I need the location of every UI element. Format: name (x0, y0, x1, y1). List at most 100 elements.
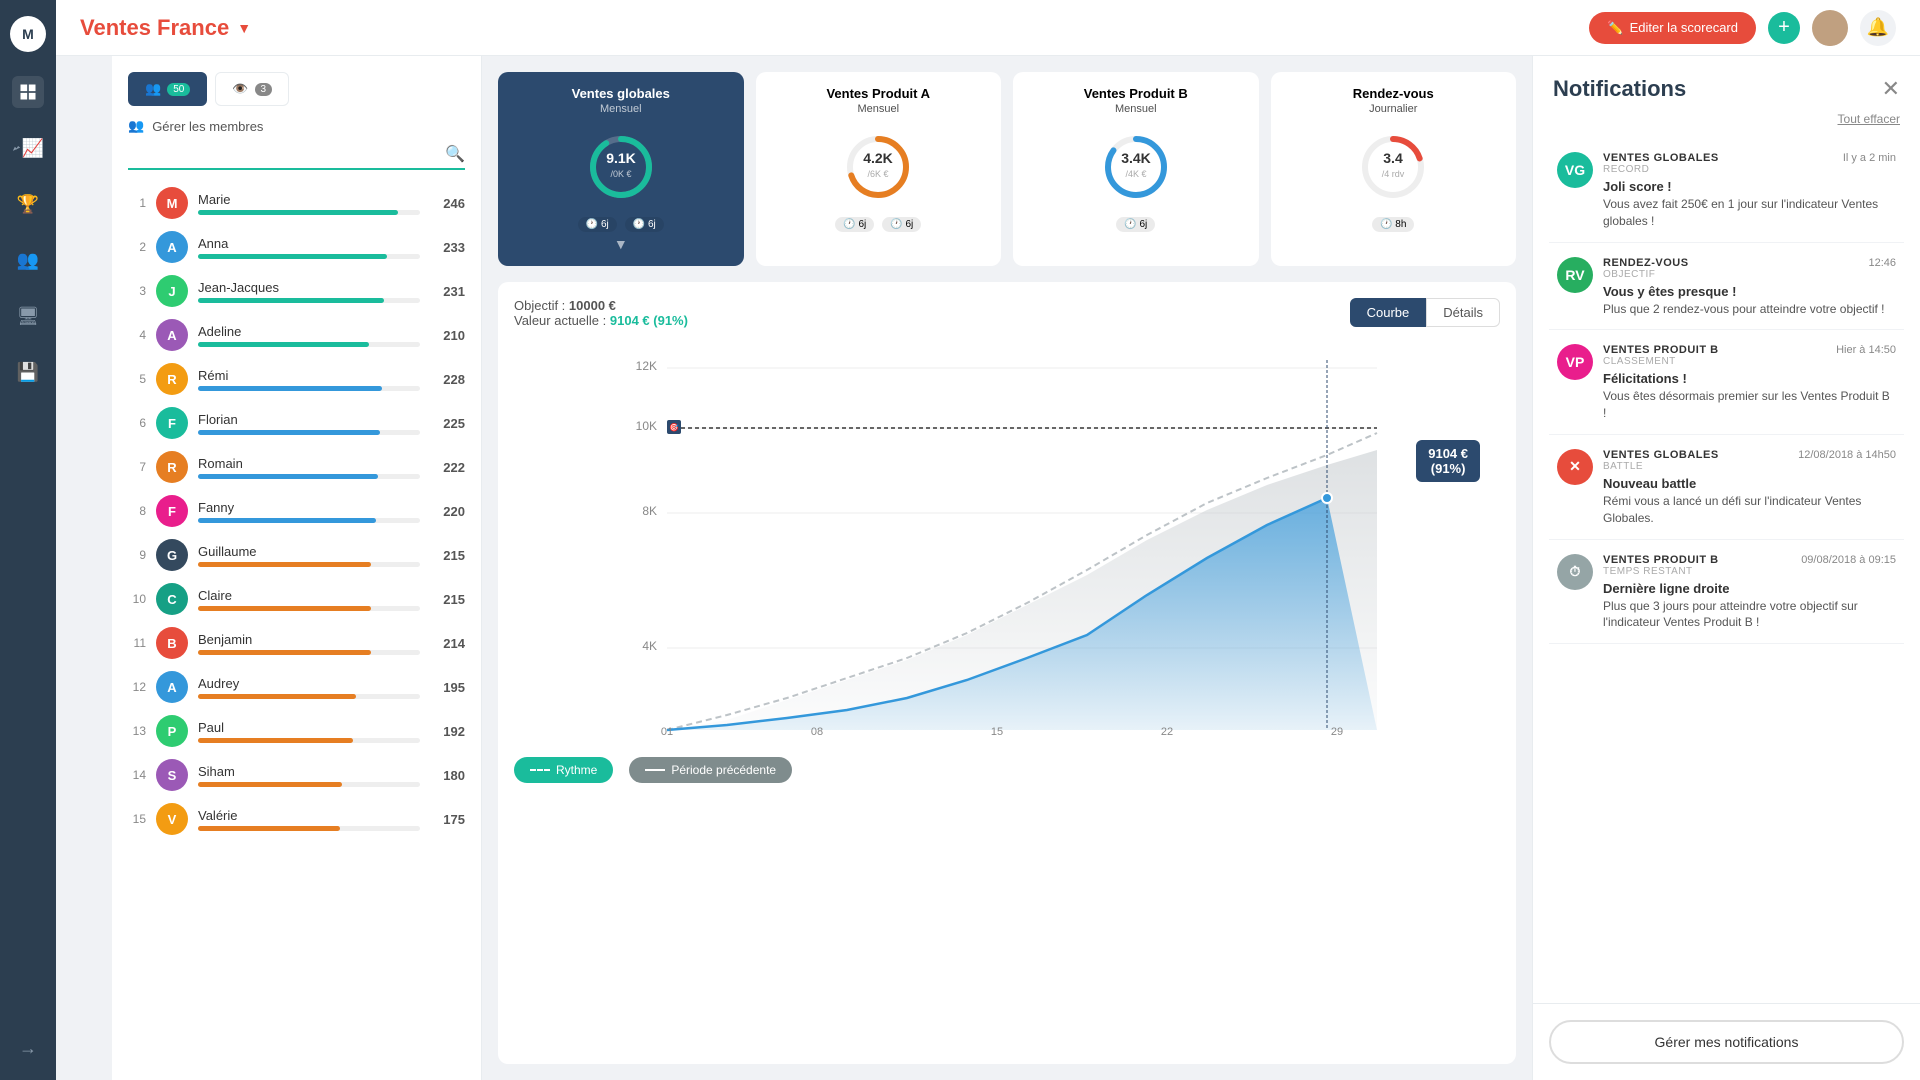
sidebar-item-screen[interactable]: 🖥 (12, 300, 44, 332)
edit-scorecard-button[interactable]: ✏️ Editer la scorecard (1589, 12, 1756, 44)
notif-item[interactable]: VP VENTES PRODUIT B Hier à 14:50 CLASSEM… (1549, 332, 1904, 435)
sidebar-item-team[interactable]: 👥 (12, 244, 44, 276)
list-item[interactable]: 5 R Rémi 228 (128, 358, 465, 400)
avatar: A (156, 231, 188, 263)
notifications-bell-button[interactable]: 🔔 (1860, 10, 1896, 46)
notif-category: VENTES PRODUIT B (1603, 344, 1719, 356)
notif-item[interactable]: RV RENDEZ-VOUS 12:46 OBJECTIF Vous y ête… (1549, 245, 1904, 331)
svg-text:22: 22 (1161, 726, 1173, 738)
scorecard[interactable]: Ventes Produit B Mensuel 3.4K /4K € 🕐 6j (1013, 72, 1259, 266)
tab-teams[interactable]: 👁️ 3 (215, 72, 289, 106)
rythme-dash-icon (530, 769, 550, 771)
scorecard-period: Mensuel (1115, 103, 1157, 115)
scorecard[interactable]: Rendez-vous Journalier 3.4 /4 rdv 🕐 8h (1271, 72, 1517, 266)
scorecard-footer: 🕐 6j (1116, 217, 1155, 232)
scorecard-period: Journalier (1369, 103, 1417, 115)
list-item[interactable]: 4 A Adeline 210 (128, 314, 465, 356)
list-item[interactable]: 2 A Anna 233 (128, 226, 465, 268)
search-icon[interactable]: 🔍 (445, 144, 465, 164)
avatar: C (156, 583, 188, 615)
topbar-actions: ✏️ Editer la scorecard + 🔔 (1589, 10, 1896, 46)
notif-top: RV RENDEZ-VOUS 12:46 OBJECTIF Vous y ête… (1557, 257, 1896, 318)
avatar: P (156, 715, 188, 747)
notif-content: VENTES PRODUIT B Hier à 14:50 CLASSEMENT… (1603, 344, 1896, 422)
scorecard-title[interactable]: Ventes France ▼ (80, 15, 251, 41)
left-panel: 👥 50 👁️ 3 👥 Gérer les membres 🔍 1 M Mari… (112, 56, 482, 1080)
list-item[interactable]: 10 C Claire 215 (128, 578, 465, 620)
notif-item[interactable]: ✕ VENTES GLOBALES 12/08/2018 à 14h50 BAT… (1549, 437, 1904, 540)
lb-info: Audrey (198, 676, 420, 699)
chevron-down-icon: ▼ (237, 20, 251, 36)
clear-all-link[interactable]: Tout effacer (1838, 112, 1900, 126)
notif-content: VENTES GLOBALES 12/08/2018 à 14h50 BATTL… (1603, 449, 1896, 527)
scorecard-title: Rendez-vous (1353, 86, 1434, 101)
notif-item[interactable]: VG VENTES GLOBALES Il y a 2 min RECORD J… (1549, 140, 1904, 243)
lb-name: Marie (198, 192, 420, 207)
lb-bar-bg (198, 518, 420, 523)
lb-bar-bg (198, 298, 420, 303)
scorecards-row: Ventes globales Mensuel 9.1K /0K € 🕐 6j🕐… (498, 72, 1516, 266)
notif-category: VENTES GLOBALES (1603, 449, 1719, 461)
notif-desc: Plus que 3 jours pour atteindre votre ob… (1603, 598, 1896, 632)
avatar: R (156, 363, 188, 395)
list-item[interactable]: 14 S Siham 180 (128, 754, 465, 796)
lb-score: 246 (430, 196, 465, 211)
members-badge: 50 (167, 83, 190, 96)
sidebar-item-data[interactable]: 💾 (12, 356, 44, 388)
list-item[interactable]: 15 V Valérie 175 (128, 798, 465, 840)
list-item[interactable]: 8 F Fanny 220 (128, 490, 465, 532)
sidebar-item-analytics[interactable]: 📈 (12, 132, 44, 164)
gauge-svg: 3.4 /4 rdv (1353, 127, 1433, 207)
svg-text:/0K €: /0K € (610, 169, 631, 179)
sidebar-item-logout[interactable]: → (12, 1032, 44, 1064)
avatar: G (156, 539, 188, 571)
list-item[interactable]: 12 A Audrey 195 (128, 666, 465, 708)
list-item[interactable]: 9 G Guillaume 215 (128, 534, 465, 576)
lb-score: 228 (430, 372, 465, 387)
avatar: F (156, 407, 188, 439)
lb-bar-bg (198, 606, 420, 611)
lb-info: Jean-Jacques (198, 280, 420, 303)
notif-close-button[interactable]: ✕ (1882, 76, 1900, 102)
list-item[interactable]: 11 B Benjamin 214 (128, 622, 465, 664)
list-item[interactable]: 1 M Marie 246 (128, 182, 465, 224)
legend-periode[interactable]: Période précédente (629, 757, 792, 783)
lb-info: Anna (198, 236, 420, 259)
list-item[interactable]: 6 F Florian 225 (128, 402, 465, 444)
lb-score: 215 (430, 592, 465, 607)
legend-rythme[interactable]: Rythme (514, 757, 613, 783)
tab-details[interactable]: Détails (1426, 298, 1500, 327)
lb-bar-bg (198, 430, 420, 435)
scorecard[interactable]: Ventes Produit A Mensuel 4.2K /6K € 🕐 6j… (756, 72, 1002, 266)
user-avatar[interactable] (1812, 10, 1848, 46)
scorecard-period: Mensuel (857, 103, 899, 115)
manage-members-btn[interactable]: 👥 Gérer les membres (128, 118, 465, 134)
lb-score: 180 (430, 768, 465, 783)
lb-bar-bg (198, 342, 420, 347)
list-item[interactable]: 7 R Romain 222 (128, 446, 465, 488)
search-input[interactable] (128, 147, 445, 162)
sidebar-item-dashboard[interactable] (12, 76, 44, 108)
chevron-down-icon: ▼ (614, 236, 628, 252)
scorecard[interactable]: Ventes globales Mensuel 9.1K /0K € 🕐 6j🕐… (498, 72, 744, 266)
manage-notifications-button[interactable]: Gérer mes notifications (1549, 1020, 1904, 1064)
notif-icon: VP (1557, 344, 1593, 380)
list-item[interactable]: 13 P Paul 192 (128, 710, 465, 752)
notif-content: VENTES GLOBALES Il y a 2 min RECORD Joli… (1603, 152, 1896, 230)
notif-item[interactable]: ⏱ VENTES PRODUIT B 09/08/2018 à 09:15 TE… (1549, 542, 1904, 645)
lb-name: Siham (198, 764, 420, 779)
lb-bar (198, 738, 353, 743)
lb-score: 215 (430, 548, 465, 563)
lb-name: Paul (198, 720, 420, 735)
tab-members[interactable]: 👥 50 (128, 72, 207, 106)
main-content: 👥 50 👁️ 3 👥 Gérer les membres 🔍 1 M Mari… (112, 56, 1920, 1080)
scorecard-tag: 🕐 6j (578, 217, 617, 232)
tab-courbe[interactable]: Courbe (1350, 298, 1427, 327)
add-button[interactable]: + (1768, 12, 1800, 44)
app-logo[interactable]: M (10, 16, 46, 52)
list-item[interactable]: 3 J Jean-Jacques 231 (128, 270, 465, 312)
notif-title: Joli score ! (1603, 179, 1896, 194)
sidebar-item-trophy[interactable]: 🏆 (12, 188, 44, 220)
notif-meta: RENDEZ-VOUS 12:46 (1603, 257, 1896, 269)
lb-info: Rémi (198, 368, 420, 391)
